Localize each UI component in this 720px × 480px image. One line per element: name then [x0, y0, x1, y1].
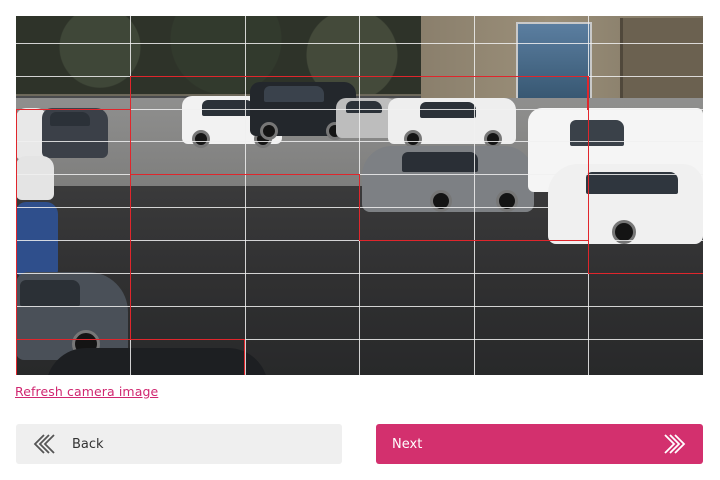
selection-region[interactable] [130, 109, 131, 175]
next-button[interactable]: Next [376, 424, 703, 464]
back-button[interactable]: Back [16, 424, 342, 464]
selection-region[interactable] [16, 339, 245, 375]
camera-image[interactable] [16, 16, 703, 375]
refresh-camera-link[interactable]: Refresh camera image [15, 384, 158, 399]
double-chevron-right-icon [661, 433, 687, 455]
selection-region[interactable] [359, 174, 589, 241]
next-button-label: Next [392, 436, 423, 452]
selection-region[interactable] [130, 174, 360, 175]
selection-region[interactable] [130, 76, 588, 110]
double-chevron-left-icon [32, 433, 58, 455]
back-button-label: Back [72, 436, 104, 452]
selection-region[interactable] [588, 76, 589, 110]
selection-region[interactable] [130, 174, 131, 340]
selection-region[interactable] [588, 109, 703, 274]
grid-row-line [16, 43, 703, 44]
grid-column-line [245, 16, 246, 375]
selection-region[interactable] [16, 109, 131, 375]
